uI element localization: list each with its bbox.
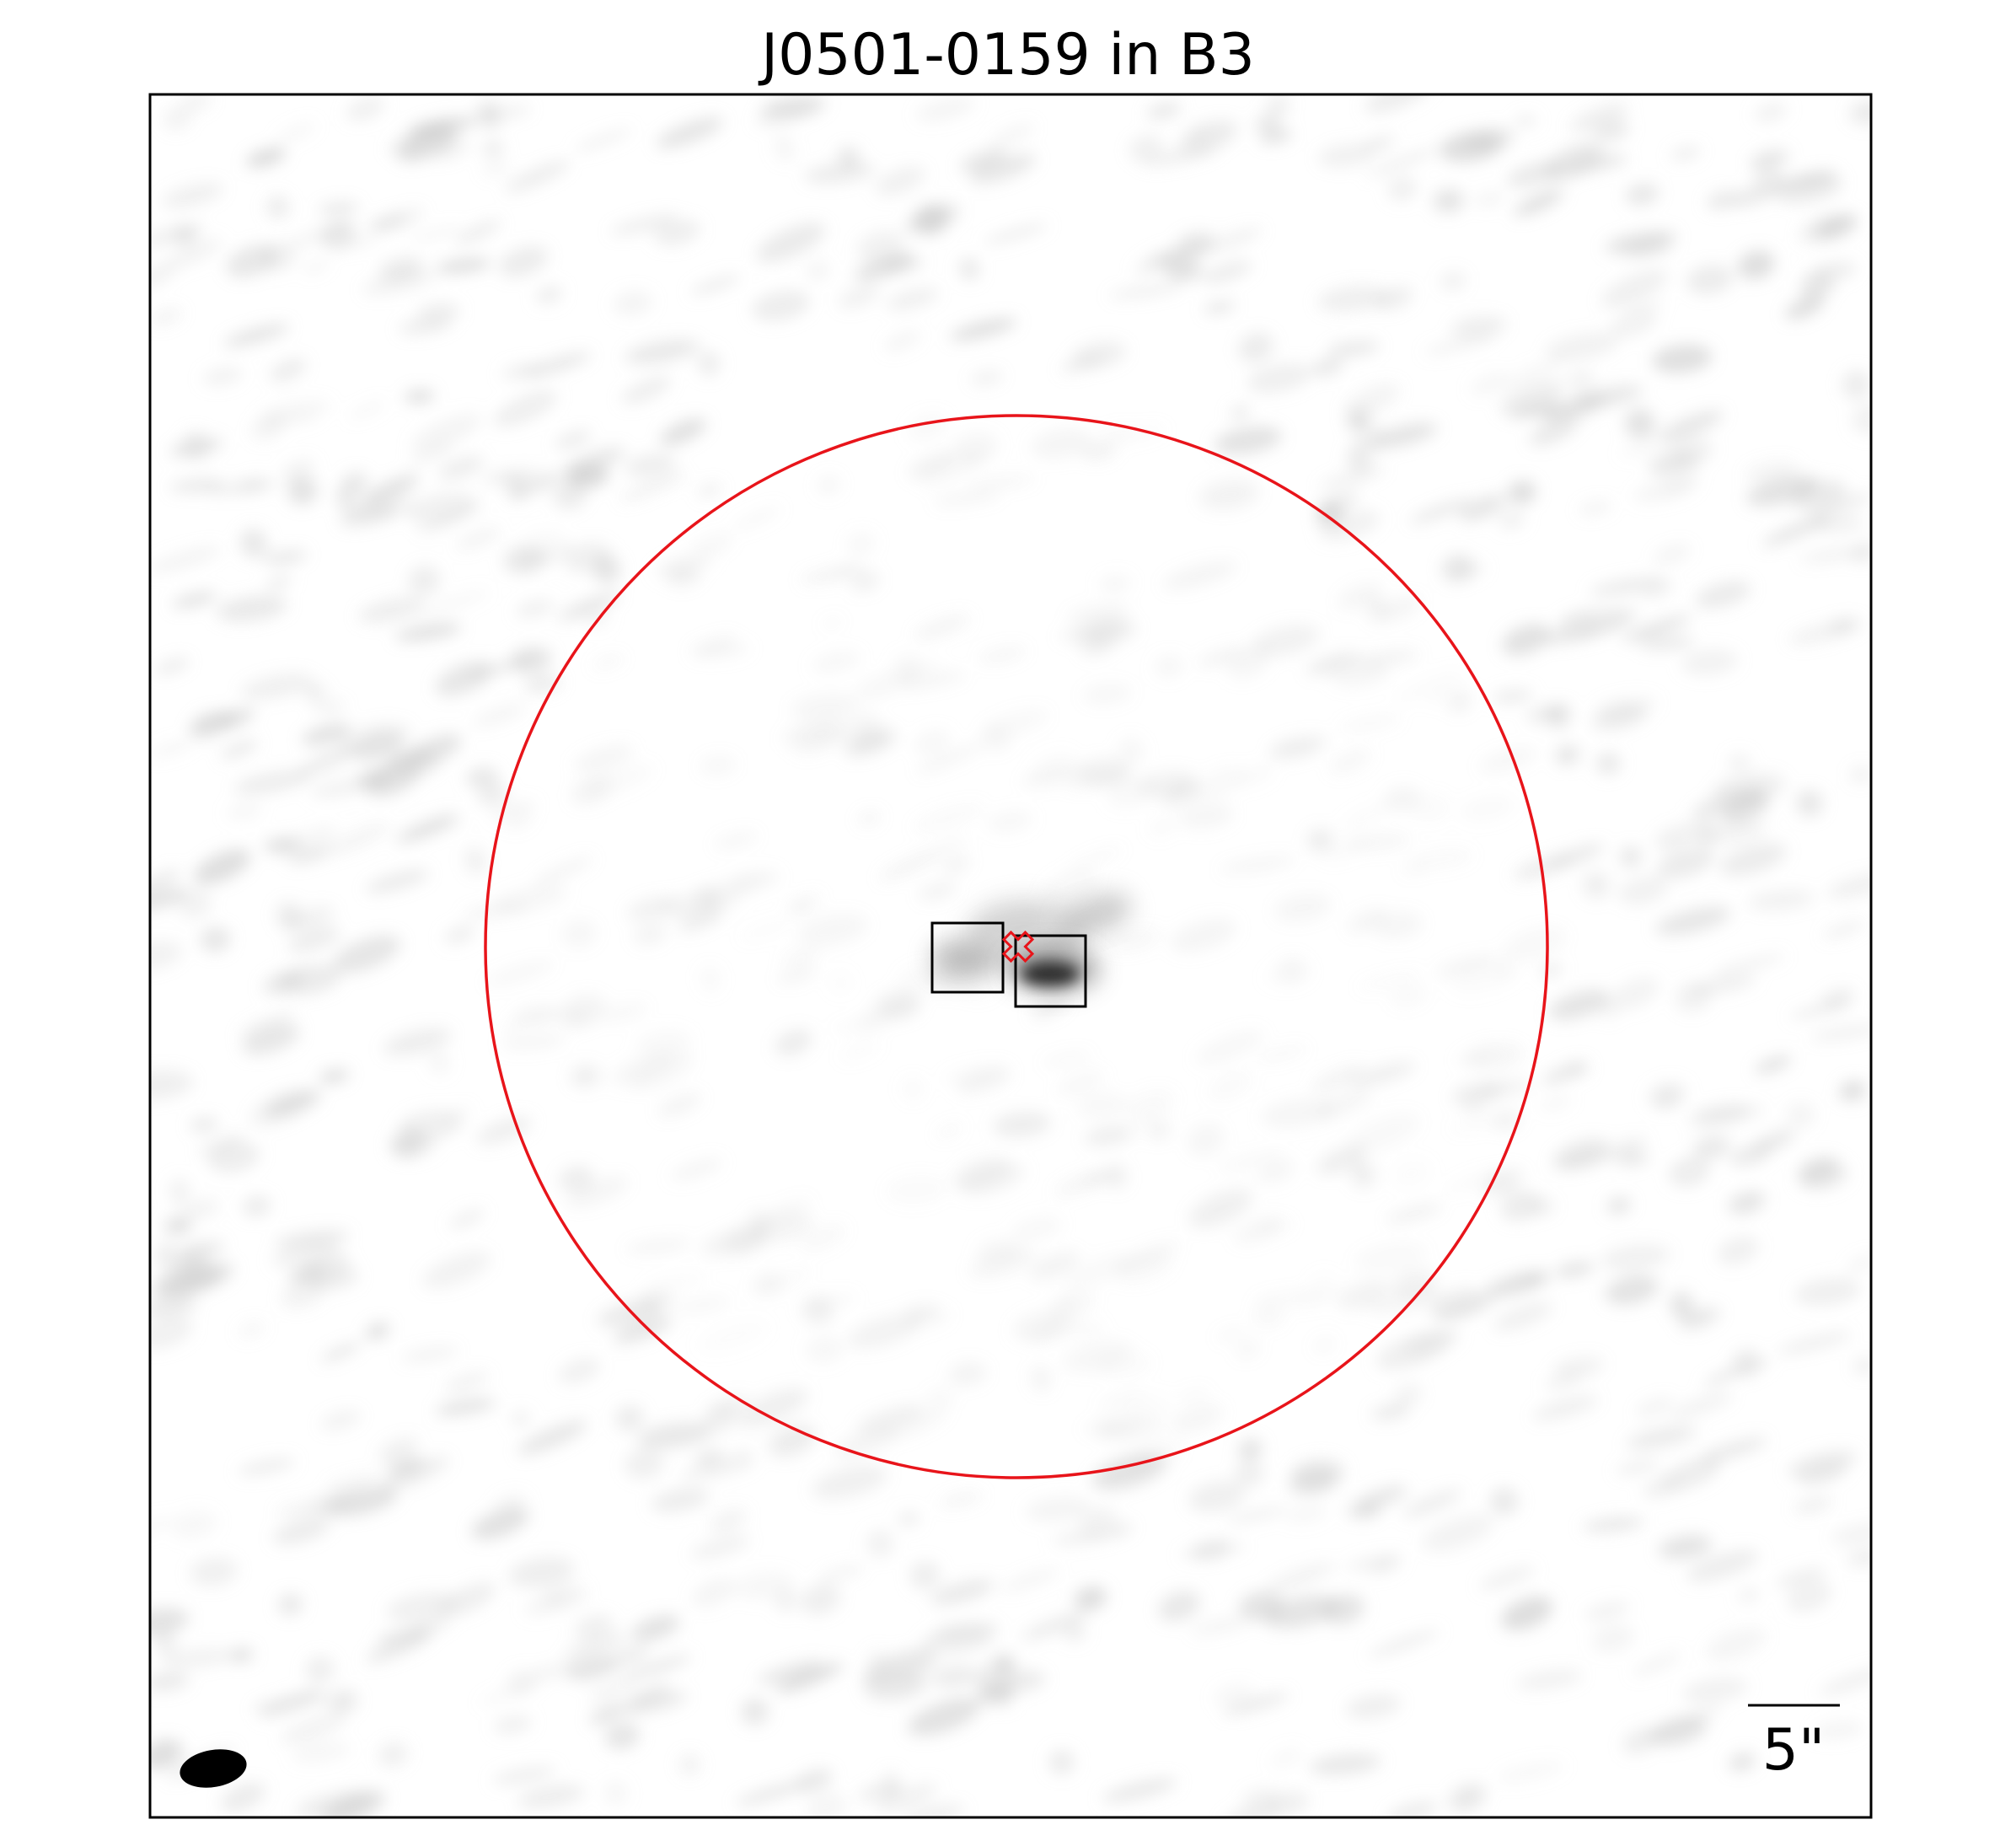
scale-bar-label: 5" [1762,1717,1826,1784]
image-panel [150,94,1871,1817]
cutout-figure: J0501-0159 in B3 5" [148,22,1873,1819]
figure-title: J0501-0159 in B3 [758,22,1255,89]
